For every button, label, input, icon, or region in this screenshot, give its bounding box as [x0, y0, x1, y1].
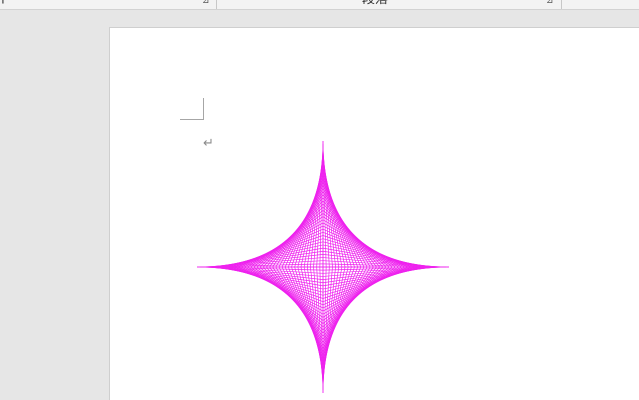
astroid-drawing[interactable]	[195, 139, 451, 395]
ribbon-group-bar: ト ⊿ 段落 ⊿	[0, 0, 639, 10]
margin-corner-marker	[180, 98, 204, 120]
paragraph-dialog-launcher-icon[interactable]: ⊿	[546, 0, 554, 7]
ribbon-group-separator	[216, 0, 217, 9]
document-page[interactable]: ↵	[109, 27, 639, 400]
paragraph-group-label: 段落	[362, 0, 388, 8]
font-group-label: ト	[0, 0, 11, 8]
ribbon-group-separator	[561, 0, 562, 9]
font-dialog-launcher-icon[interactable]: ⊿	[202, 0, 210, 7]
